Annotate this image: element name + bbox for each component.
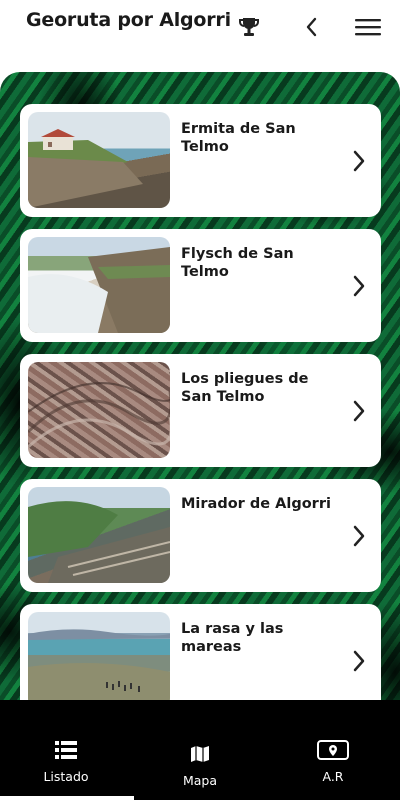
nav-ar[interactable]: A.R	[283, 738, 383, 785]
item-title: Flysch de San Telmo	[181, 246, 294, 280]
item-thumbnail	[28, 612, 170, 708]
nav-label: Listado	[43, 769, 89, 784]
hamburger-menu-icon[interactable]	[353, 12, 383, 42]
item-title: Los pliegues de San Telmo	[181, 371, 309, 405]
back-chevron-icon[interactable]	[296, 12, 326, 42]
trophy-icon[interactable]	[234, 12, 264, 42]
content-area: Ermita de San Telmo Flysch de San Telmo	[0, 72, 400, 800]
augmented-reality-icon	[317, 740, 349, 760]
map-icon	[191, 746, 209, 762]
item-thumbnail	[28, 487, 170, 583]
bottom-navigation: Listado Mapa A.R	[0, 700, 400, 800]
nav-mapa[interactable]: Mapa	[150, 742, 250, 789]
chevron-right-icon[interactable]	[351, 524, 367, 548]
list-icon	[55, 741, 77, 759]
app-header: Georuta por Algorri	[0, 0, 400, 72]
list-item[interactable]: Ermita de San Telmo	[20, 104, 381, 217]
nav-label: Mapa	[182, 773, 218, 788]
chevron-right-icon[interactable]	[351, 274, 367, 298]
list-item[interactable]: Mirador de Algorri	[20, 479, 381, 592]
list-item[interactable]: Flysch de San Telmo	[20, 229, 381, 342]
chevron-right-icon[interactable]	[351, 399, 367, 423]
item-title: Mirador de Algorri	[181, 496, 331, 512]
chevron-right-icon[interactable]	[351, 649, 367, 673]
app-title: Georuta por Algorri	[26, 9, 231, 31]
chevron-right-icon[interactable]	[351, 149, 367, 173]
item-title: Ermita de San Telmo	[181, 121, 296, 155]
item-title: La rasa y las mareas	[181, 621, 284, 655]
list-item[interactable]: Los pliegues de San Telmo	[20, 354, 381, 467]
nav-label: A.R	[322, 769, 344, 784]
active-tab-indicator	[0, 796, 134, 800]
points-list: Ermita de San Telmo Flysch de San Telmo	[20, 104, 381, 729]
item-thumbnail	[28, 112, 170, 208]
item-thumbnail	[28, 237, 170, 333]
nav-listado[interactable]: Listado	[16, 738, 116, 785]
item-thumbnail	[28, 362, 170, 458]
